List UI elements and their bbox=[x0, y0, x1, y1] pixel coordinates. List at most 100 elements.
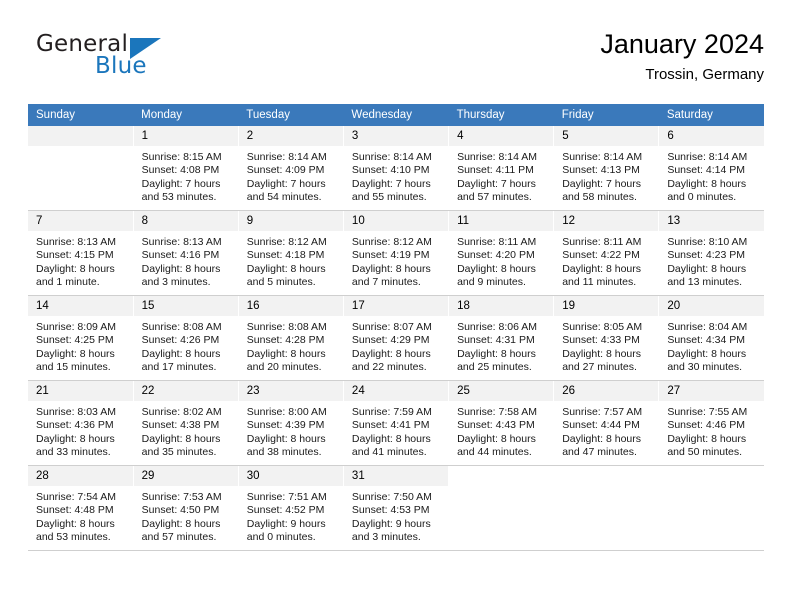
day-sun-info: Sunrise: 7:57 AM Sunset: 4:44 PM Daylight:… bbox=[554, 401, 658, 460]
sunrise-time: Sunrise: 8:12 AM bbox=[246, 236, 327, 248]
day-sun-info: Sunrise: 7:51 AM Sunset: 4:52 PM Daylight:… bbox=[239, 486, 343, 545]
sunset-time: Sunset: 4:34 PM bbox=[667, 334, 745, 347]
calendar-week-row: 1 Sunrise: 8:15 AM Sunset: 4:08 PM Daylight… bbox=[28, 126, 764, 211]
sunset-time: Sunset: 4:16 PM bbox=[141, 249, 220, 262]
day-sun-info: Sunrise: 7:58 AM Sunset: 4:43 PM Daylight:… bbox=[449, 401, 553, 460]
calendar-day-cell[interactable]: 27 Sunrise: 7:55 AM Sunset: 4:46 PM Dayligh… bbox=[658, 380, 764, 466]
sunset-time: Sunset: 4:29 PM bbox=[351, 334, 430, 347]
daylight-duration-line2: and 33 minutes. bbox=[36, 446, 111, 459]
calendar-body: 1 Sunrise: 8:15 AM Sunset: 4:08 PM Daylight… bbox=[28, 126, 764, 551]
sunset-time: Sunset: 4:10 PM bbox=[351, 164, 430, 177]
calendar-day-cell[interactable]: 22 Sunrise: 8:02 AM Sunset: 4:38 PM Dayligh… bbox=[133, 380, 239, 466]
daylight-duration-line2: and 25 minutes. bbox=[457, 361, 532, 374]
day-number: 13 bbox=[659, 211, 764, 231]
daylight-duration-line1: Daylight: 8 hours bbox=[246, 432, 326, 445]
day-number: 31 bbox=[343, 466, 449, 486]
day-number: 10 bbox=[343, 211, 449, 231]
sunrise-time: Sunrise: 8:02 AM bbox=[141, 406, 222, 418]
calendar-day-cell[interactable]: 2 Sunrise: 8:14 AM Sunset: 4:09 PM Daylight… bbox=[238, 126, 344, 211]
calendar-day-cell[interactable]: 20 Sunrise: 8:04 AM Sunset: 4:34 PM Dayligh… bbox=[658, 295, 764, 381]
calendar-table: Sunday Monday Tuesday Wednesday Thursday… bbox=[28, 104, 764, 551]
calendar-day-cell[interactable]: 23 Sunrise: 8:00 AM Sunset: 4:39 PM Dayligh… bbox=[238, 380, 344, 466]
day-sun-info: Sunrise: 8:09 AM Sunset: 4:25 PM Daylight:… bbox=[28, 316, 133, 375]
sunrise-time: Sunrise: 7:53 AM bbox=[141, 491, 222, 503]
logo-text-blue: Blue bbox=[95, 53, 147, 79]
general-blue-logo[interactable]: General Blue bbox=[36, 31, 216, 91]
sunset-time: Sunset: 4:25 PM bbox=[36, 334, 114, 347]
sunrise-time: Sunrise: 7:59 AM bbox=[351, 406, 432, 418]
sunrise-time: Sunrise: 8:07 AM bbox=[351, 321, 432, 333]
calendar-day-cell[interactable]: 10 Sunrise: 8:12 AM Sunset: 4:19 PM Dayligh… bbox=[343, 210, 450, 296]
page-header: General Blue January 2024 Trossin, Germa… bbox=[28, 28, 764, 96]
sunrise-time: Sunrise: 8:08 AM bbox=[246, 321, 327, 333]
calendar-day-cell[interactable]: 17 Sunrise: 8:07 AM Sunset: 4:29 PM Dayligh… bbox=[343, 295, 450, 381]
day-number: 1 bbox=[133, 126, 238, 146]
calendar-day-cell[interactable]: 21 Sunrise: 8:03 AM Sunset: 4:36 PM Dayligh… bbox=[28, 380, 134, 466]
daylight-duration-line1: Daylight: 8 hours bbox=[667, 262, 747, 275]
daylight-duration-line1: Daylight: 8 hours bbox=[351, 347, 431, 360]
sunrise-time: Sunrise: 7:57 AM bbox=[562, 406, 643, 418]
daylight-duration-line2: and 53 minutes. bbox=[36, 531, 111, 544]
daylight-duration-line2: and 7 minutes. bbox=[351, 276, 421, 289]
daylight-duration-line2: and 5 minutes. bbox=[246, 276, 316, 289]
day-sun-info: Sunrise: 7:54 AM Sunset: 4:48 PM Daylight:… bbox=[28, 486, 133, 545]
calendar-day-cell[interactable]: 1 Sunrise: 8:15 AM Sunset: 4:08 PM Daylight… bbox=[133, 126, 239, 211]
daylight-duration-line1: Daylight: 7 hours bbox=[246, 177, 326, 190]
calendar-day-cell[interactable]: 8 Sunrise: 8:13 AM Sunset: 4:16 PM Daylight… bbox=[133, 210, 239, 296]
sunset-time: Sunset: 4:15 PM bbox=[36, 249, 114, 262]
calendar-day-cell[interactable]: 16 Sunrise: 8:08 AM Sunset: 4:28 PM Dayligh… bbox=[238, 295, 344, 381]
calendar-day-cell[interactable]: 30 Sunrise: 7:51 AM Sunset: 4:52 PM Dayligh… bbox=[238, 465, 344, 551]
day-number: 30 bbox=[238, 466, 343, 486]
sunrise-time: Sunrise: 8:05 AM bbox=[562, 321, 643, 333]
calendar-day-cell[interactable]: 28 Sunrise: 7:54 AM Sunset: 4:48 PM Dayligh… bbox=[28, 465, 134, 551]
sunrise-time: Sunrise: 8:10 AM bbox=[667, 236, 748, 248]
day-sun-info: Sunrise: 8:10 AM Sunset: 4:23 PM Daylight:… bbox=[659, 231, 764, 290]
sunset-time: Sunset: 4:19 PM bbox=[351, 249, 430, 262]
calendar-day-cell[interactable]: 24 Sunrise: 7:59 AM Sunset: 4:41 PM Dayligh… bbox=[343, 380, 450, 466]
calendar-day-cell[interactable]: 5 Sunrise: 8:14 AM Sunset: 4:13 PM Daylight… bbox=[553, 126, 660, 211]
weekday-header-monday: Monday bbox=[133, 104, 239, 126]
calendar-day-cell[interactable]: 15 Sunrise: 8:08 AM Sunset: 4:26 PM Dayligh… bbox=[133, 295, 239, 381]
calendar-day-cell[interactable]: 6 Sunrise: 8:14 AM Sunset: 4:14 PM Daylight… bbox=[658, 126, 764, 211]
day-sun-info: Sunrise: 8:14 AM Sunset: 4:09 PM Daylight:… bbox=[239, 146, 343, 205]
sunset-time: Sunset: 4:48 PM bbox=[36, 504, 114, 517]
calendar-day-cell[interactable]: 13 Sunrise: 8:10 AM Sunset: 4:23 PM Dayligh… bbox=[658, 210, 764, 296]
daylight-duration-line1: Daylight: 8 hours bbox=[562, 262, 641, 275]
calendar-day-cell[interactable]: 3 Sunrise: 8:14 AM Sunset: 4:10 PM Daylight… bbox=[343, 126, 450, 211]
daylight-duration-line1: Daylight: 9 hours bbox=[246, 517, 326, 530]
day-sun-info: Sunrise: 8:12 AM Sunset: 4:19 PM Daylight:… bbox=[344, 231, 448, 290]
day-sun-info: Sunrise: 8:14 AM Sunset: 4:13 PM Daylight:… bbox=[554, 146, 658, 205]
calendar-day-cell[interactable]: 19 Sunrise: 8:05 AM Sunset: 4:33 PM Dayligh… bbox=[553, 295, 660, 381]
calendar-day-cell[interactable]: 14 Sunrise: 8:09 AM Sunset: 4:25 PM Dayligh… bbox=[28, 295, 134, 381]
day-sun-info: Sunrise: 8:15 AM Sunset: 4:08 PM Daylight:… bbox=[134, 146, 238, 205]
sunset-time: Sunset: 4:13 PM bbox=[562, 164, 640, 177]
calendar-day-cell[interactable]: 7 Sunrise: 8:13 AM Sunset: 4:15 PM Daylight… bbox=[28, 210, 134, 296]
day-sun-info: Sunrise: 8:14 AM Sunset: 4:11 PM Daylight:… bbox=[449, 146, 553, 205]
daylight-duration-line1: Daylight: 8 hours bbox=[141, 262, 221, 275]
sunrise-time: Sunrise: 8:13 AM bbox=[141, 236, 222, 248]
daylight-duration-line1: Daylight: 8 hours bbox=[457, 432, 536, 445]
weekday-header-friday: Friday bbox=[553, 104, 659, 126]
daylight-duration-line2: and 41 minutes. bbox=[351, 446, 427, 459]
day-sun-info: Sunrise: 8:04 AM Sunset: 4:34 PM Daylight:… bbox=[659, 316, 764, 375]
day-number: 18 bbox=[449, 296, 554, 316]
calendar-day-cell[interactable]: 18 Sunrise: 8:06 AM Sunset: 4:31 PM Dayligh… bbox=[448, 295, 555, 381]
sunrise-time: Sunrise: 7:50 AM bbox=[351, 491, 432, 503]
calendar-day-cell[interactable]: 26 Sunrise: 7:57 AM Sunset: 4:44 PM Dayligh… bbox=[553, 380, 660, 466]
calendar-day-cell[interactable]: 29 Sunrise: 7:53 AM Sunset: 4:50 PM Dayligh… bbox=[133, 465, 239, 551]
sunset-time: Sunset: 4:22 PM bbox=[562, 249, 640, 262]
day-number: 27 bbox=[659, 381, 764, 401]
day-sun-info: Sunrise: 8:14 AM Sunset: 4:14 PM Daylight:… bbox=[659, 146, 764, 205]
daylight-duration-line1: Daylight: 8 hours bbox=[141, 517, 221, 530]
sunset-time: Sunset: 4:36 PM bbox=[36, 419, 114, 432]
calendar-day-cell[interactable]: 31 Sunrise: 7:50 AM Sunset: 4:53 PM Dayligh… bbox=[343, 465, 450, 551]
calendar-day-cell[interactable]: 4 Sunrise: 8:14 AM Sunset: 4:11 PM Daylight… bbox=[448, 126, 555, 211]
daylight-duration-line1: Daylight: 8 hours bbox=[457, 262, 536, 275]
calendar-day-cell[interactable]: 11 Sunrise: 8:11 AM Sunset: 4:20 PM Dayligh… bbox=[448, 210, 555, 296]
calendar-day-cell[interactable]: 9 Sunrise: 8:12 AM Sunset: 4:18 PM Daylight… bbox=[238, 210, 344, 296]
calendar-day-cell[interactable]: 25 Sunrise: 7:58 AM Sunset: 4:43 PM Dayligh… bbox=[448, 380, 555, 466]
calendar-day-cell[interactable]: 12 Sunrise: 8:11 AM Sunset: 4:22 PM Dayligh… bbox=[553, 210, 660, 296]
daylight-duration-line1: Daylight: 8 hours bbox=[246, 262, 326, 275]
day-sun-info: Sunrise: 8:08 AM Sunset: 4:28 PM Daylight:… bbox=[239, 316, 343, 375]
daylight-duration-line2: and 53 minutes. bbox=[141, 191, 217, 204]
